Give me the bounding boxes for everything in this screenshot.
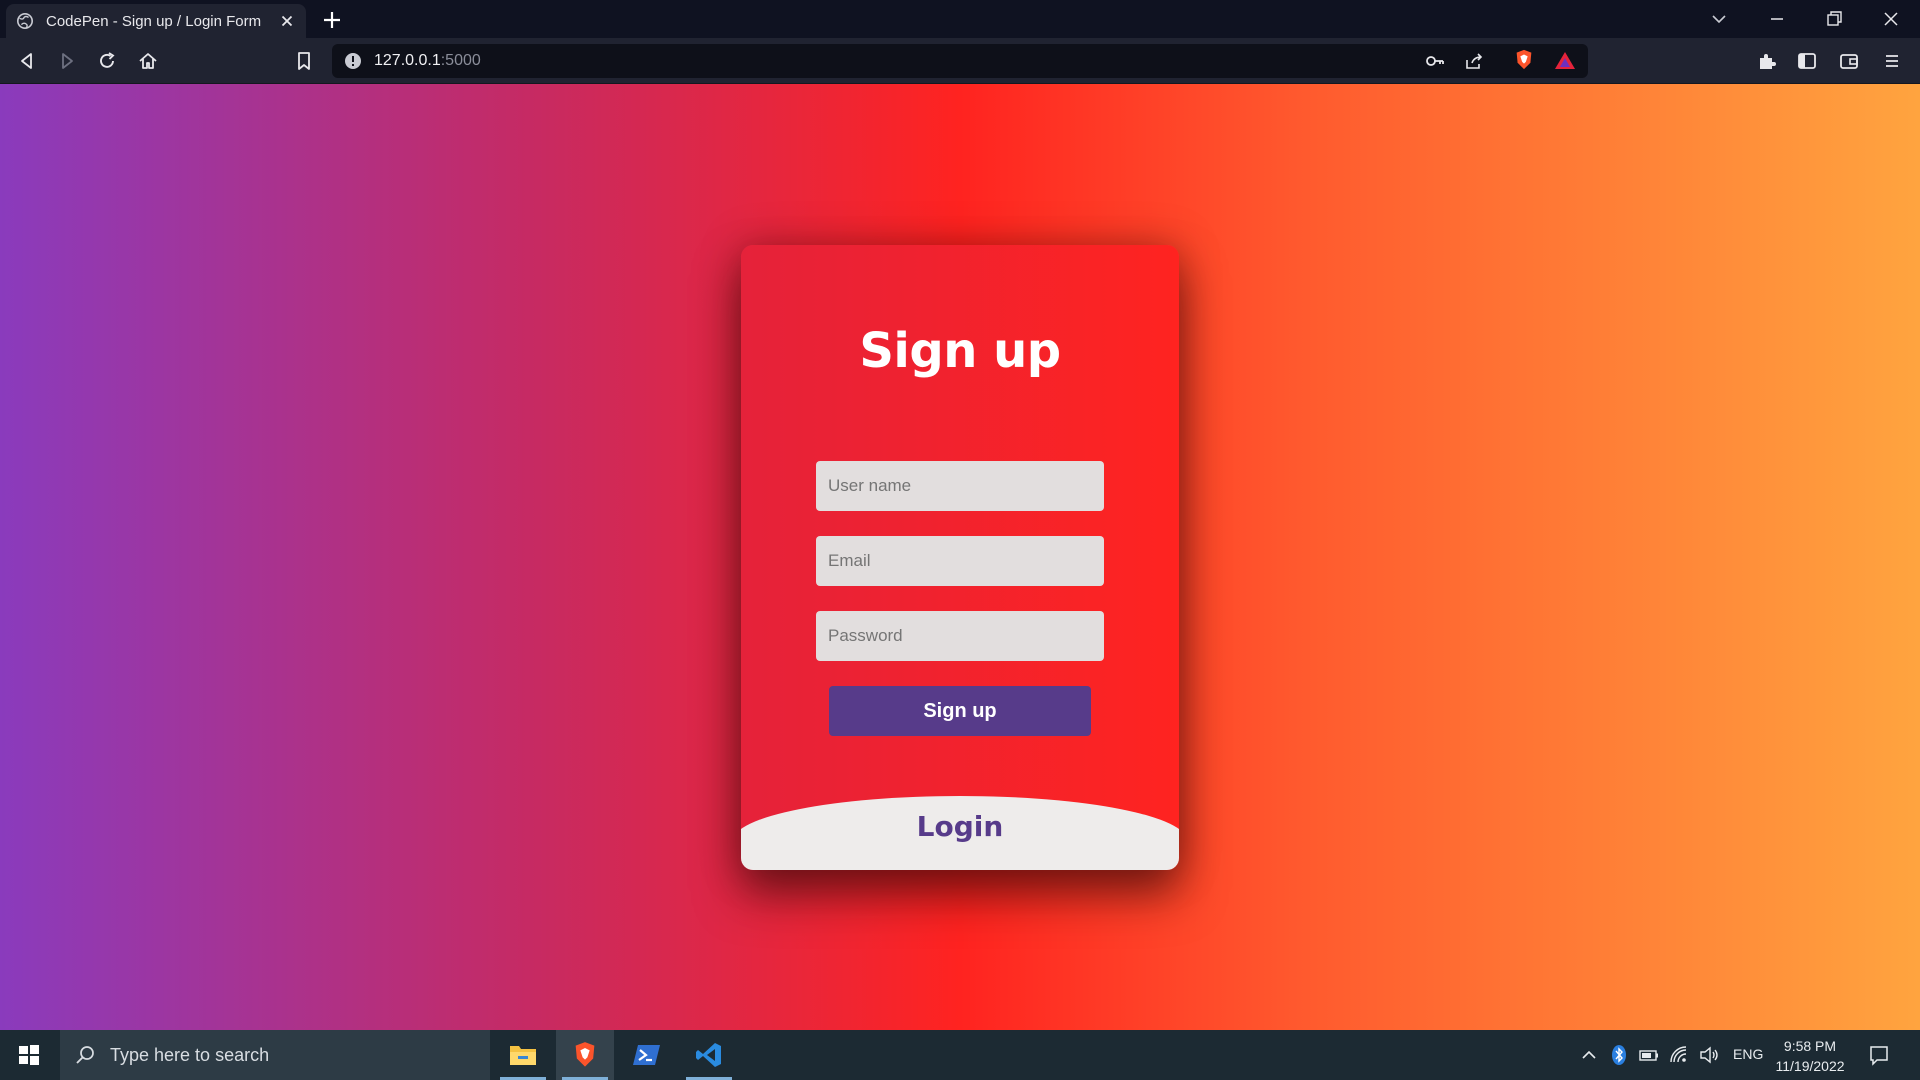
taskbar-app-file-explorer[interactable] — [494, 1030, 552, 1080]
taskbar-search-box[interactable]: Type here to search — [60, 1030, 490, 1080]
windows-start-icon[interactable] — [18, 1044, 40, 1066]
file-explorer-icon — [510, 1046, 536, 1065]
browser-tab[interactable]: CodePen - Sign up / Login Form — [6, 4, 306, 38]
wallet-icon[interactable] — [1838, 50, 1860, 72]
close-tab-icon[interactable] — [278, 12, 296, 30]
email-input[interactable] — [816, 536, 1104, 586]
volume-icon[interactable] — [1698, 1044, 1720, 1066]
signup-card: Sign up Sign up Login — [741, 245, 1179, 870]
site-info-icon[interactable] — [344, 52, 362, 70]
taskbar-search-placeholder: Type here to search — [110, 1044, 270, 1065]
taskbar-app-brave[interactable] — [556, 1030, 614, 1080]
key-icon[interactable] — [1424, 50, 1446, 72]
brave-rewards-icon[interactable] — [1554, 50, 1576, 72]
minimize-icon[interactable] — [1766, 8, 1788, 30]
forward-icon[interactable] — [56, 50, 78, 72]
powershell-icon — [633, 1045, 660, 1065]
sidebar-icon[interactable] — [1796, 50, 1818, 72]
taskbar-clock[interactable]: 9:58 PM 11/19/2022 — [1764, 1036, 1856, 1076]
search-icon — [76, 1046, 94, 1064]
bluetooth-icon[interactable] — [1608, 1044, 1630, 1066]
extensions-icon[interactable] — [1756, 50, 1778, 72]
reload-icon[interactable] — [96, 50, 118, 72]
menu-icon[interactable] — [1881, 50, 1903, 72]
brave-shields-icon[interactable] — [1513, 49, 1535, 71]
url-port: :5000 — [440, 52, 481, 69]
browser-tab-bar: CodePen - Sign up / Login Form — [0, 0, 1920, 38]
home-icon[interactable] — [137, 50, 159, 72]
back-icon[interactable] — [16, 50, 38, 72]
new-tab-icon[interactable] — [320, 8, 344, 32]
battery-icon[interactable] — [1638, 1044, 1660, 1066]
notifications-icon[interactable] — [1868, 1044, 1890, 1066]
username-input[interactable] — [816, 461, 1104, 511]
wifi-icon[interactable] — [1668, 1044, 1690, 1066]
windows-taskbar: Type here to search ENG 9:58 PM 11/19/20… — [0, 1030, 1920, 1080]
taskbar-app-powershell[interactable] — [618, 1030, 676, 1080]
password-input[interactable] — [816, 611, 1104, 661]
clock-time: 9:58 PM — [1783, 1038, 1837, 1054]
globe-icon — [16, 12, 34, 30]
tab-title: CodePen - Sign up / Login Form — [46, 12, 262, 30]
clock-date: 11/19/2022 — [1775, 1058, 1845, 1074]
tab-search-chevron-icon[interactable] — [1708, 8, 1730, 30]
taskbar-app-vscode[interactable] — [680, 1030, 738, 1080]
language-indicator[interactable]: ENG — [1733, 1046, 1763, 1062]
page-background: Sign up Sign up Login — [0, 84, 1920, 1030]
share-icon[interactable] — [1463, 50, 1485, 72]
vscode-icon — [696, 1043, 721, 1067]
restore-icon[interactable] — [1823, 8, 1845, 30]
address-bar[interactable]: 127.0.0.1:5000 — [332, 44, 1588, 78]
signup-title: Sign up — [859, 323, 1061, 379]
url-host: 127.0.0.1 — [374, 52, 441, 69]
close-window-icon[interactable] — [1880, 8, 1902, 30]
signup-button[interactable]: Sign up — [829, 686, 1091, 736]
login-toggle-label[interactable]: Login — [741, 810, 1179, 843]
bookmark-icon[interactable] — [293, 50, 315, 72]
brave-browser-icon — [575, 1042, 595, 1067]
show-hidden-icons-chevron-icon[interactable] — [1578, 1044, 1600, 1066]
browser-toolbar: 127.0.0.1:5000 — [0, 38, 1920, 84]
